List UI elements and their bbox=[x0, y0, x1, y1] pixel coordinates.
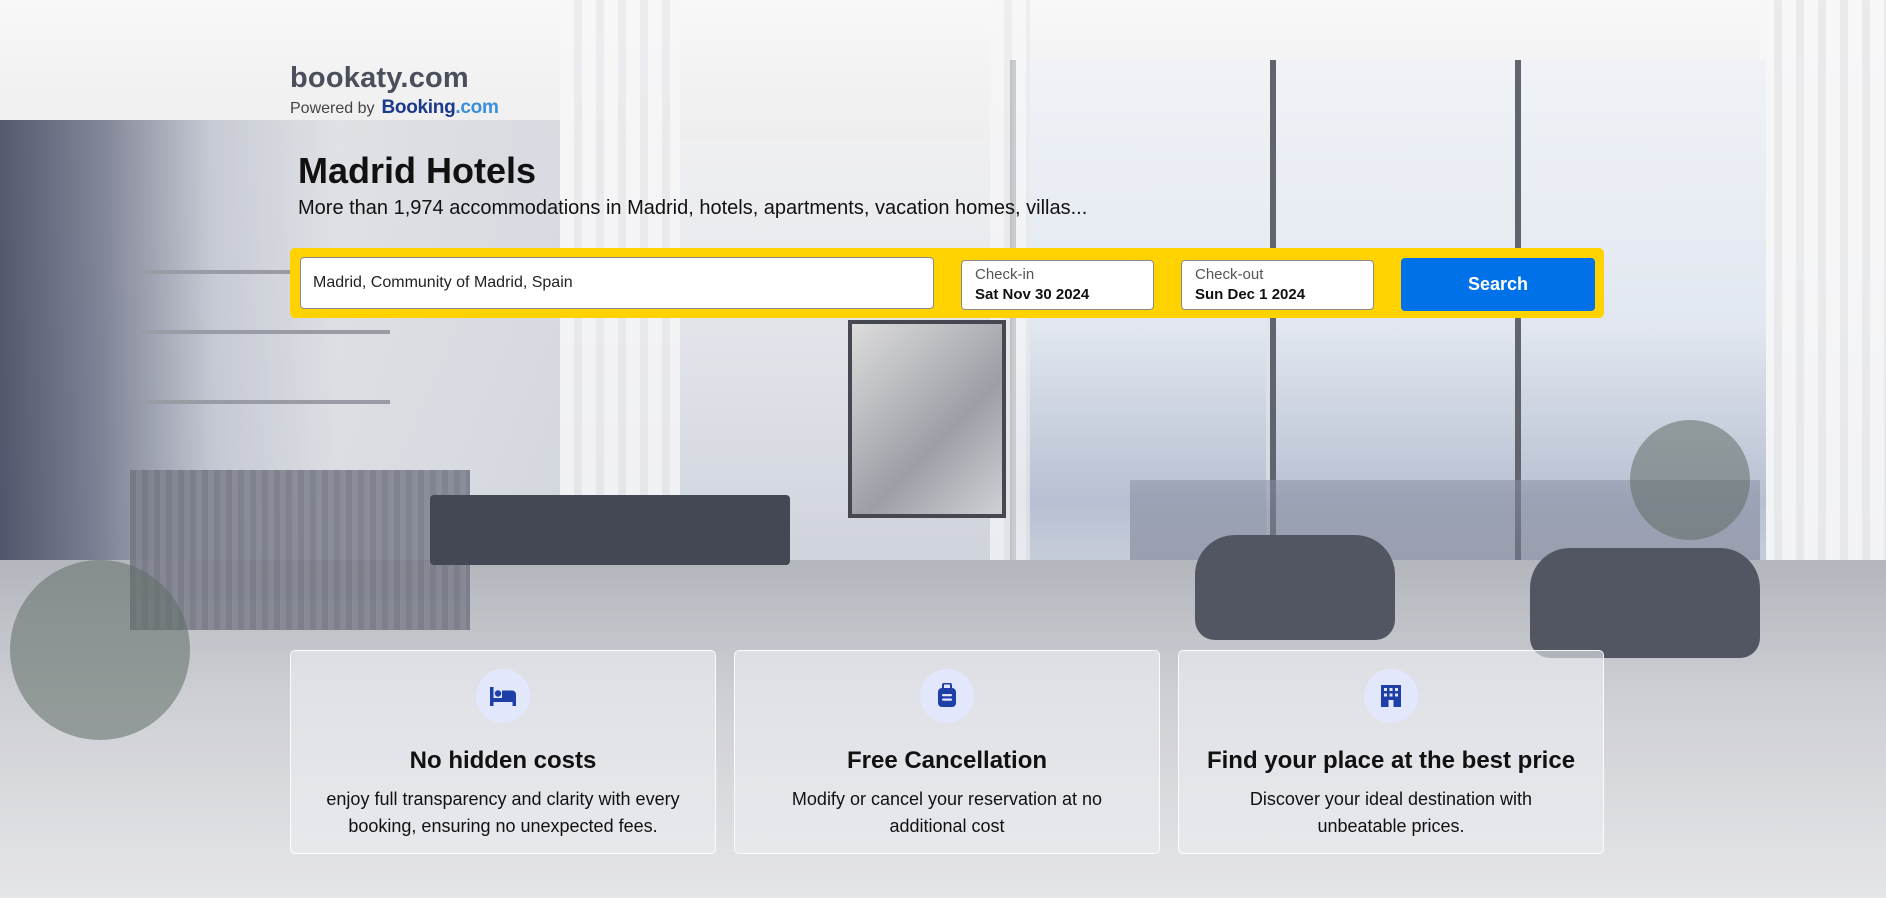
feature-title: Find your place at the best price bbox=[1206, 747, 1576, 774]
feature-text: enjoy full transparency and clarity with… bbox=[326, 789, 680, 836]
hero-heading: Madrid Hotels More than 1,974 accommodat… bbox=[298, 150, 1087, 220]
site-logo[interactable]: bookaty.com bbox=[290, 62, 499, 95]
feature-title: No hidden costs bbox=[409, 747, 597, 774]
checkin-date-field[interactable]: Check-in Sat Nov 30 2024 bbox=[961, 260, 1154, 310]
checkout-value: Sun Dec 1 2024 bbox=[1195, 286, 1306, 303]
luggage-icon bbox=[920, 669, 974, 723]
feature-title: Free Cancellation bbox=[846, 747, 1048, 774]
feature-text: Discover your ideal destination with unb… bbox=[1249, 789, 1533, 836]
hotel-building-icon bbox=[1364, 669, 1418, 723]
powered-by: Powered by Booking.com bbox=[290, 97, 499, 119]
powered-by-label: Powered by bbox=[290, 100, 375, 117]
feature-cards: No hidden costs enjoy full transparency … bbox=[290, 650, 1604, 854]
bed-icon bbox=[476, 669, 530, 723]
feature-card-no-hidden-costs: No hidden costs enjoy full transparency … bbox=[290, 650, 716, 854]
feature-card-best-price: Find your place at the best price Discov… bbox=[1178, 650, 1604, 854]
destination-input[interactable] bbox=[300, 257, 934, 309]
search-bar: Check-in Sat Nov 30 2024 Check-out Sun D… bbox=[290, 248, 1604, 318]
checkout-label: Check-out bbox=[1195, 266, 1264, 283]
feature-card-free-cancellation: Free Cancellation Modify or cancel your … bbox=[734, 650, 1160, 854]
booking-logo: Booking.com bbox=[381, 97, 499, 118]
search-button[interactable]: Search bbox=[1401, 258, 1595, 311]
checkin-value: Sat Nov 30 2024 bbox=[975, 286, 1090, 303]
feature-text: Modify or cancel your reservation at no … bbox=[791, 789, 1103, 836]
checkout-date-field[interactable]: Check-out Sun Dec 1 2024 bbox=[1181, 260, 1374, 310]
brand-header: bookaty.com Powered by Booking.com bbox=[290, 62, 499, 119]
checkin-label: Check-in bbox=[975, 266, 1035, 283]
page-title: Madrid Hotels bbox=[298, 150, 537, 191]
page-subtitle: More than 1,974 accommodations in Madrid… bbox=[298, 197, 1088, 219]
